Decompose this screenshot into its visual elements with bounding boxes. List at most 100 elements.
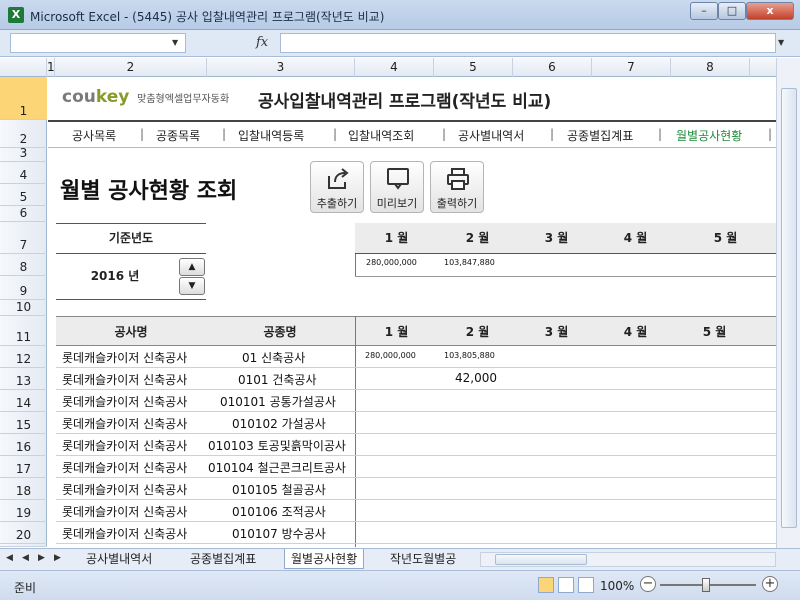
zoom-in-button[interactable]: + — [762, 576, 778, 592]
sheet-tab-active[interactable]: 월별공사현황 — [284, 549, 365, 569]
select-all-corner[interactable] — [0, 58, 47, 77]
row-header[interactable]: 12 — [0, 346, 47, 368]
logo-text: cou — [62, 87, 96, 107]
row-header[interactable]: 6 — [0, 206, 47, 222]
insert-function-button[interactable]: fx — [256, 35, 268, 50]
horizontal-scrollbar[interactable] — [480, 552, 776, 567]
last-sheet-icon[interactable]: ▶ — [54, 553, 61, 563]
column-header[interactable]: 7 — [592, 58, 671, 77]
maximize-button[interactable]: □ — [718, 2, 746, 20]
normal-view-button[interactable] — [538, 577, 554, 593]
row-header[interactable]: 18 — [0, 478, 47, 500]
row-header[interactable]: 15 — [0, 412, 47, 434]
row-header[interactable]: 21 — [0, 544, 47, 547]
column-header[interactable]: 1 — [47, 58, 55, 77]
row-header[interactable]: 10 — [0, 300, 47, 316]
nav-project-list[interactable]: 공사목록 — [72, 127, 116, 144]
export-button[interactable]: 추출하기 — [310, 161, 364, 213]
row-header[interactable]: 14 — [0, 390, 47, 412]
row-header[interactable]: 9 — [0, 276, 47, 300]
minimize-button[interactable]: – — [690, 2, 718, 20]
window-title: Microsoft Excel - (5445) 공사 입찰내역관리 프로그램(… — [30, 10, 385, 24]
brand-logo: coukey 맞춤형엑셀업무자동화 — [62, 87, 229, 107]
vertical-scroll-thumb[interactable] — [781, 88, 797, 528]
table-row[interactable]: 롯데캐슬카이저 신축공사 010101 공통가설공사 — [56, 390, 776, 412]
worksheet-grid[interactable]: coukey 맞춤형엑셀업무자동화 공사입찰내역관리 프로그램(작년도 비교) … — [48, 77, 776, 547]
base-year-value[interactable]: 2016 년 — [56, 257, 174, 295]
year-down-button[interactable]: ▼ — [179, 277, 205, 295]
summary-month-1-value: 280,000,000 — [366, 258, 417, 267]
row-header[interactable]: 16 — [0, 434, 47, 456]
row-header[interactable]: 2 — [0, 120, 47, 148]
page-break-view-button[interactable] — [578, 577, 594, 593]
program-title: 공사입찰내역관리 프로그램(작년도 비교) — [258, 92, 552, 112]
table-row[interactable]: 롯데캐슬카이저 신축공사 010104 철근콘크리트공사 — [56, 456, 776, 478]
column-header[interactable]: 5 — [434, 58, 513, 77]
monitor-icon — [387, 168, 409, 190]
nav-project-statement[interactable]: 공사별내역서 — [458, 127, 524, 144]
column-header[interactable]: 8 — [671, 58, 750, 77]
table-row[interactable]: 롯데캐슬카이저 신축공사 010105 철골공사 — [56, 478, 776, 500]
nav-bid-search[interactable]: 입찰내역조회 — [348, 127, 414, 144]
sheet-tab[interactable]: 공사별내역서 — [80, 549, 158, 569]
page-title: 월별 공사현황 조회 — [60, 179, 238, 204]
close-button[interactable]: x — [746, 2, 794, 20]
nav-separator: | — [442, 127, 447, 141]
nav-work-type-list[interactable]: 공종목록 — [156, 127, 200, 144]
row-header[interactable]: 7 — [0, 222, 47, 254]
first-sheet-icon[interactable]: ◀ — [6, 553, 13, 563]
row-header[interactable]: 3 — [0, 146, 47, 162]
cell-project: 롯데캐슬카이저 신축공사 — [62, 395, 188, 409]
cell-project: 롯데캐슬카이저 신축공사 — [62, 417, 188, 431]
preview-button[interactable]: 미리보기 — [370, 161, 424, 213]
year-up-button[interactable]: ▲ — [179, 258, 205, 276]
page-layout-view-button[interactable] — [558, 577, 574, 593]
zoom-level[interactable]: 100% — [600, 579, 634, 593]
nav-monthly-status[interactable]: 월별공사현황 — [676, 127, 742, 144]
row-header[interactable]: 19 — [0, 500, 47, 522]
prev-sheet-icon[interactable]: ◀ — [22, 553, 29, 563]
formula-input[interactable] — [280, 33, 776, 53]
zoom-out-button[interactable]: − — [640, 576, 656, 592]
summary-month-header: 1 월 — [355, 223, 438, 253]
table-row[interactable]: 롯데캐슬카이저 신축공사 010103 토공및흙막이공사 — [56, 434, 776, 456]
row-header[interactable]: 20 — [0, 522, 47, 544]
row-header[interactable]: 17 — [0, 456, 47, 478]
table-row[interactable]: 롯데캐슬카이저 신축공사 010107 방수공사 — [56, 522, 776, 544]
nav-work-type-summary[interactable]: 공종별집계표 — [567, 127, 633, 144]
column-header[interactable]: 3 — [207, 58, 355, 77]
row-header[interactable]: 5 — [0, 184, 47, 206]
nav-separator: | — [333, 127, 338, 141]
row-header[interactable]: 11 — [0, 316, 47, 346]
table-row[interactable]: 롯데캐슬카이저 신축공사 010106 조적공사 — [56, 500, 776, 522]
column-header[interactable]: 6 — [513, 58, 592, 77]
next-sheet-icon[interactable]: ▶ — [38, 553, 45, 563]
row-header[interactable]: 13 — [0, 368, 47, 390]
excel-app-icon[interactable]: X — [8, 7, 24, 23]
horizontal-scroll-thumb[interactable] — [495, 554, 587, 565]
col-month: 5 월 — [702, 325, 727, 339]
row-header[interactable]: 4 — [0, 162, 47, 184]
cell-project: 롯데캐슬카이저 신축공사 — [62, 527, 188, 541]
row-header[interactable]: 8 — [0, 254, 47, 276]
vertical-scrollbar[interactable] — [776, 58, 800, 548]
sheet-tab[interactable]: 작년도월별공 — [384, 549, 478, 569]
export-label: 추출하기 — [316, 197, 358, 210]
expand-formula-bar-icon[interactable]: ▼ — [778, 38, 784, 47]
col-month: 1 월 — [384, 325, 409, 339]
name-box[interactable] — [10, 33, 186, 53]
name-box-dropdown-icon[interactable]: ▼ — [172, 38, 178, 47]
column-header[interactable]: 4 — [355, 58, 434, 77]
zoom-slider-thumb[interactable] — [702, 578, 710, 592]
cell-project: 롯데캐슬카이저 신축공사 — [62, 373, 188, 387]
cell-work-type: 010105 철골공사 — [232, 483, 326, 497]
row-header[interactable]: 1 — [0, 77, 47, 120]
sheet-tab[interactable]: 공종별집계표 — [184, 549, 262, 569]
logo-accent: key — [95, 87, 130, 107]
table-row[interactable]: 롯데캐슬카이저 신축공사 0101 건축공사 42,000 — [56, 368, 776, 390]
nav-bid-register[interactable]: 입찰내역등록 — [238, 127, 304, 144]
table-row[interactable]: 롯데캐슬카이저 신축공사 010102 가설공사 — [56, 412, 776, 434]
print-button[interactable]: 출력하기 — [430, 161, 484, 213]
table-row[interactable]: 롯데캐슬카이저 신축공사 01 신축공사 280,000,000 103,805… — [56, 346, 776, 368]
column-header[interactable]: 2 — [55, 58, 207, 77]
